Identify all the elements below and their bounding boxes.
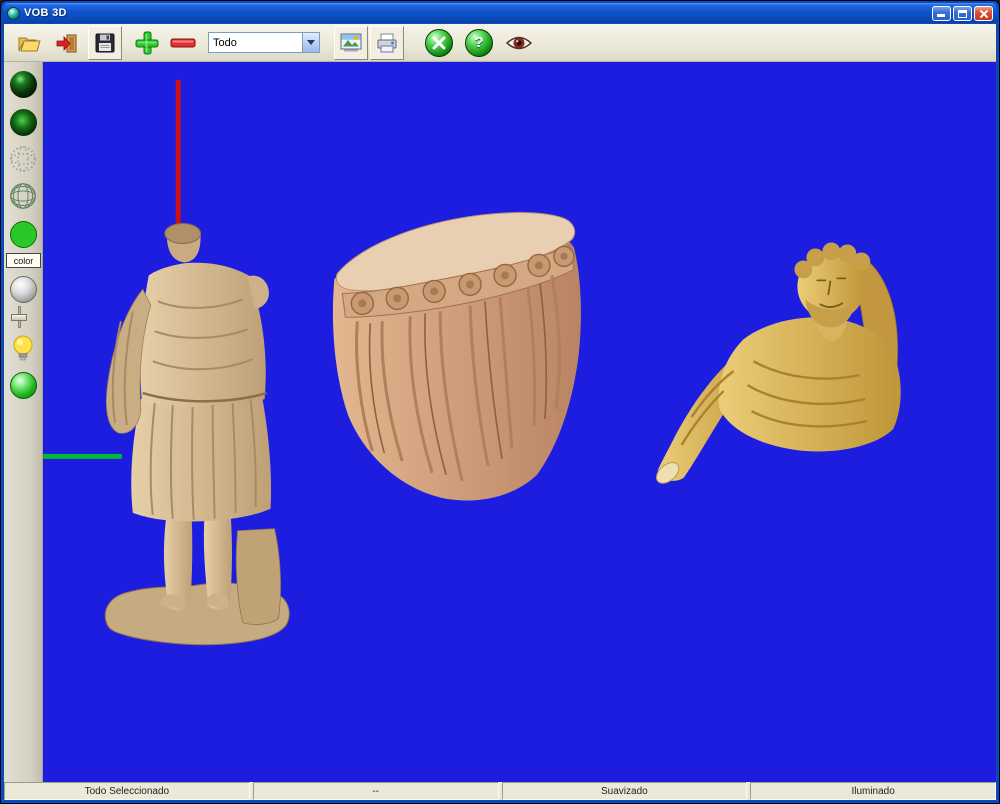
eye-icon (505, 34, 533, 52)
exit-button[interactable] (50, 26, 84, 60)
statusbar: Todo Seleccionado -- Suavizado Iluminado (4, 782, 996, 800)
close-icon (975, 7, 992, 20)
restore-button[interactable] (953, 6, 972, 21)
combobox-value: Todo (209, 37, 302, 49)
render-solid-dark-button[interactable] (8, 69, 38, 99)
z-axis-line-red (176, 80, 181, 234)
statue-bust-with-arm[interactable] (653, 242, 901, 487)
app-window: VOB 3D (0, 0, 1000, 804)
save-button[interactable] (88, 26, 122, 60)
restore-icon (958, 10, 967, 18)
tools-button[interactable] (422, 26, 456, 60)
tools-orb-icon (425, 29, 453, 57)
status-panel-selection: Todo Seleccionado (4, 782, 250, 800)
help-glyph: ? (474, 35, 483, 50)
status-panel-lighting: Iluminado (750, 782, 996, 800)
render-shaded-button[interactable] (8, 107, 38, 137)
minimize-icon (937, 14, 945, 17)
green-sphere-icon (10, 372, 37, 399)
status-panel-smoothing: Suavizado (502, 782, 748, 800)
status-panel-info: -- (253, 782, 499, 800)
help-orb-icon: ? (465, 29, 493, 57)
red-minus-icon (170, 37, 196, 49)
render-flat-color-button[interactable] (8, 219, 38, 249)
remove-model-button[interactable] (166, 26, 200, 60)
minimize-button[interactable] (932, 6, 951, 21)
render-glossy-button[interactable] (8, 370, 38, 400)
help-button[interactable]: ? (462, 26, 496, 60)
lightbulb-icon (12, 335, 34, 362)
image-icon (339, 32, 363, 53)
open-folder-icon (16, 32, 42, 54)
dark-green-sphere-icon (10, 71, 37, 98)
combobox-dropdown-button[interactable] (302, 33, 319, 52)
printer-icon (375, 32, 399, 54)
statue-headless-figure[interactable] (105, 224, 289, 645)
green-plus-icon (134, 30, 160, 56)
snapshot-button[interactable] (334, 26, 368, 60)
dotted-sphere-icon (9, 145, 37, 173)
app-icon (7, 7, 20, 20)
open-file-button[interactable] (12, 26, 46, 60)
dark-sphere-icon (10, 109, 37, 136)
slider-handle[interactable] (11, 314, 27, 321)
render-points-button[interactable] (8, 144, 38, 174)
toolbar: Todo (4, 24, 996, 62)
window-title: VOB 3D (24, 7, 932, 19)
close-button[interactable] (974, 6, 993, 21)
x-axis-line-green (43, 454, 122, 459)
titlebar[interactable]: VOB 3D (3, 3, 997, 23)
color-button-label: color (14, 256, 34, 266)
statue-torso-fragment[interactable] (333, 212, 581, 500)
window-controls (932, 6, 993, 21)
gray-sphere-icon (10, 276, 37, 303)
add-model-button[interactable] (130, 26, 164, 60)
viewport-3d[interactable] (43, 62, 996, 782)
mesh-sphere-icon (9, 182, 37, 210)
color-mode-button[interactable]: color (6, 253, 41, 268)
view-button[interactable] (502, 26, 536, 60)
exit-door-icon (55, 32, 79, 54)
sidebar: color (4, 62, 43, 782)
light-button[interactable] (8, 333, 38, 363)
3d-scene (43, 62, 996, 782)
green-circle-icon (10, 221, 37, 248)
dropdown-arrow-icon (307, 40, 315, 45)
intensity-slider[interactable] (8, 304, 30, 330)
light-off-button[interactable] (8, 274, 38, 304)
print-button[interactable] (370, 26, 404, 60)
render-wireframe-button[interactable] (8, 181, 38, 211)
model-selector-combobox[interactable]: Todo (208, 32, 320, 53)
main-area: color (4, 62, 996, 782)
floppy-disk-icon (94, 32, 116, 54)
